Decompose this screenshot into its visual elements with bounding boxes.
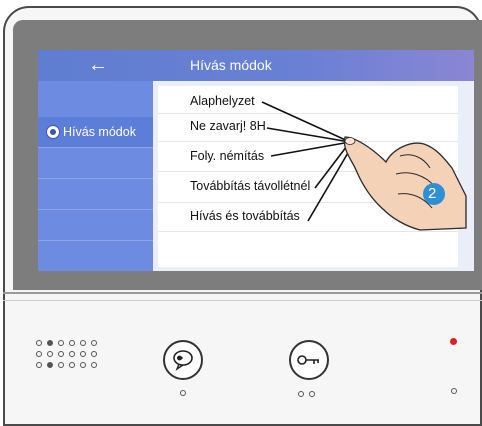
panel-divider — [3, 292, 482, 294]
menu-panel: Alaphelyzet Ne zavarj! 8H Foly. némítás … — [158, 86, 458, 267]
unlock-button[interactable] — [289, 340, 329, 380]
back-arrow-icon[interactable]: ← — [88, 54, 108, 76]
menu-separator — [158, 113, 458, 114]
indicator-dot — [298, 391, 304, 397]
menu-separator — [158, 171, 458, 172]
mode-icon — [46, 125, 60, 139]
sidebar-divider — [38, 240, 153, 241]
indicator-dot — [451, 388, 457, 394]
top-bar: ← Hívás módok — [38, 50, 474, 81]
talk-button[interactable] — [163, 340, 203, 380]
step-number: 2 — [428, 185, 437, 202]
sidebar-divider — [38, 209, 153, 210]
menu-item-forward-absent[interactable]: Továbbítás távollétnél — [190, 179, 310, 193]
sidebar-divider — [38, 147, 153, 148]
menu-item-call-and-forward[interactable]: Hívás és továbbítás — [190, 209, 300, 223]
menu-separator — [158, 231, 458, 232]
menu-separator — [158, 141, 458, 142]
panel-divider — [3, 300, 482, 301]
talk-icon — [173, 350, 193, 371]
menu-item-do-not-disturb[interactable]: Ne zavarj! 8H — [190, 119, 266, 133]
sidebar-divider — [38, 178, 153, 179]
sidebar-item-call-modes[interactable]: Hívás módok — [38, 117, 153, 147]
sidebar: Hívás módok — [38, 81, 153, 271]
page-title: Hívás módok — [190, 57, 272, 73]
indicator-dot — [309, 391, 315, 397]
status-led — [450, 338, 457, 345]
screen: ← Hívás módok Hívás módok Alaphelyzet Ne… — [38, 50, 474, 271]
content-area: Alaphelyzet Ne zavarj! 8H Foly. némítás … — [153, 81, 474, 271]
indicator-dot — [180, 390, 186, 396]
menu-separator — [158, 202, 458, 203]
menu-item-default[interactable]: Alaphelyzet — [190, 94, 255, 108]
menu-item-mute[interactable]: Foly. némítás — [190, 149, 264, 163]
key-icon — [297, 355, 319, 365]
sidebar-item-label: Hívás módok — [63, 125, 136, 139]
